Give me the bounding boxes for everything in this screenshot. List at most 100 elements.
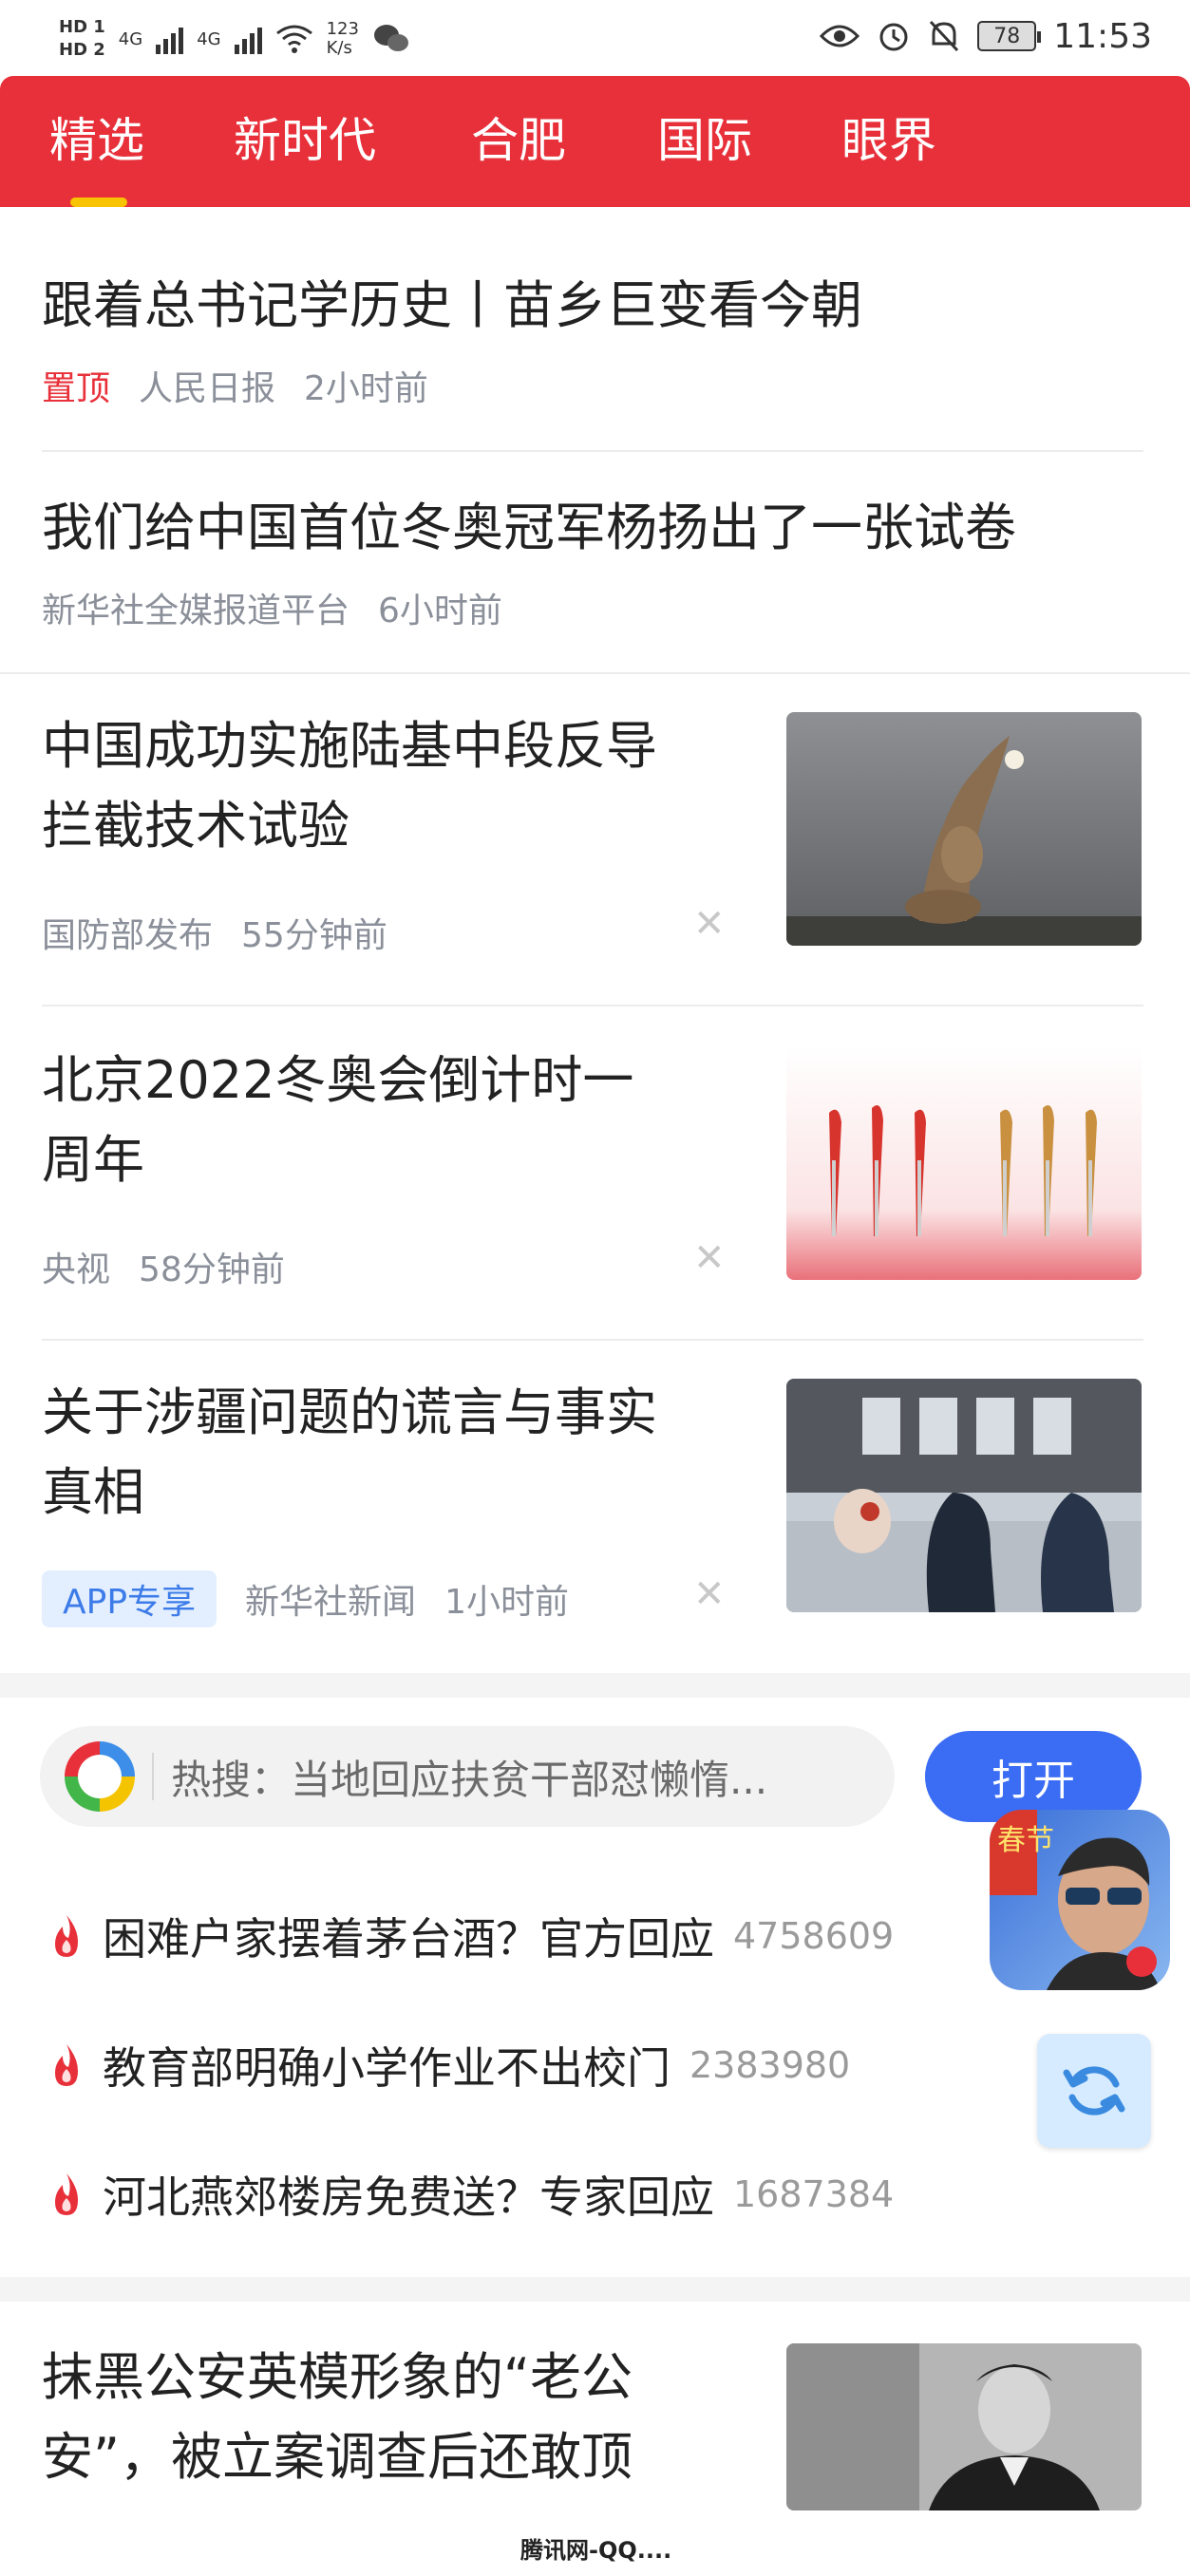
section-gap: [0, 1673, 1190, 1698]
clock: 11:53: [1053, 16, 1152, 56]
hot-title: 河北燕郊楼房免费送？专家回应: [103, 2172, 714, 2223]
news-meta: 置顶 人民日报 2小时前: [42, 361, 428, 410]
divider: [42, 1339, 1143, 1341]
tab-label: 合肥: [471, 113, 566, 168]
tab-yanjie[interactable]: 眼界: [841, 103, 936, 171]
news-title-line1: 北京2022冬奥会倒计时一: [42, 1050, 634, 1110]
net-speed-value: 123: [326, 19, 359, 39]
pinned-tag: 置顶: [42, 369, 111, 408]
net1-label: 4G: [118, 28, 143, 49]
hot-title: 困难户家摆着茅台酒？官方回应: [103, 1913, 714, 1965]
mute-bell-icon: [930, 20, 959, 52]
divider: [42, 1005, 1143, 1006]
hd2-label: HD 2: [59, 40, 105, 60]
tab-guoji[interactable]: 国际: [657, 103, 752, 171]
flame-icon: [55, 2173, 78, 2215]
pill-divider: [152, 1753, 154, 1800]
tencent-news-logo-icon: [65, 1741, 135, 1812]
news-time: 55分钟前: [241, 916, 387, 955]
tab-xinshidai[interactable]: 新时代: [234, 103, 376, 171]
status-left: HD 1 HD 2 4G 4G 123 K/s: [59, 6, 410, 72]
floating-game-ad-icon[interactable]: 春节: [990, 1810, 1170, 1990]
tab-jingxuan[interactable]: 精选: [49, 103, 144, 207]
divider: [42, 450, 1143, 452]
dismiss-icon[interactable]: ✕: [693, 902, 726, 946]
news-source: 国防部发布: [42, 916, 214, 955]
net-speed-unit: K/s: [326, 38, 352, 58]
news-title-line1: 中国成功实施陆基中段反导: [42, 716, 657, 776]
hot-list-item[interactable]: 教育部明确小学作业不出校门 2383980: [49, 2034, 850, 2097]
news-title: 我们给中国首位冬奥冠军杨扬出了一张试卷: [42, 498, 1016, 557]
news-source: 央视: [42, 1250, 111, 1289]
news-time: 2小时前: [304, 369, 428, 408]
hot-search-bar[interactable]: 热搜：当地回应扶贫干部怼懒惰...: [40, 1726, 895, 1827]
dismiss-icon[interactable]: ✕: [693, 1572, 726, 1616]
tab-label: 新时代: [234, 113, 376, 168]
tab-hefei[interactable]: 合肥: [471, 103, 566, 171]
alarm-icon: [879, 23, 908, 51]
news-item-with-image[interactable]: 关于涉疆问题的谎言与事实 真相 APP专享 新华社新闻 1小时前 ✕: [0, 1373, 1190, 1658]
news-time: 1小时前: [444, 1583, 569, 1622]
hd1-label: HD 1: [59, 17, 105, 37]
hot-list-item[interactable]: 困难户家摆着茅台酒？官方回应 4758609: [49, 1905, 894, 1967]
news-item-with-image[interactable]: 北京2022冬奥会倒计时一 周年 央视 58分钟前 ✕: [0, 1041, 1190, 1326]
battery-level: 78: [993, 24, 1021, 48]
wechat-icon: [373, 25, 408, 51]
news-item[interactable]: 我们给中国首位冬奥冠军杨扬出了一张试卷 新华社全媒报道平台 6小时前: [0, 488, 1190, 659]
missile-launch-photo: [786, 712, 1142, 946]
news-title: 跟着总书记学历史丨苗乡巨变看今朝: [42, 275, 862, 335]
flame-icon: [55, 2044, 78, 2086]
source-watermark: 腾讯网-QQ....: [520, 2537, 672, 2564]
news-source: 新华社全媒报道平台: [42, 592, 350, 630]
eye-icon: [820, 25, 860, 47]
news-time: 6小时前: [378, 592, 502, 630]
signal-icon: [156, 24, 184, 54]
police-officer-photo: [786, 2343, 1142, 2510]
news-title-line2: 拦截技术试验: [42, 796, 349, 856]
news-item-with-image[interactable]: 中国成功实施陆基中段反导 拦截技术试验 国防部发布 55分钟前 ✕: [0, 706, 1190, 991]
refresh-icon: [1063, 2066, 1125, 2115]
status-bar: HD 1 HD 2 4G 4G 123 K/s 78 11:53: [0, 0, 1190, 74]
channel-tab-bar: 精选 新时代 合肥 国际 眼界: [0, 76, 1190, 207]
tab-label: 眼界: [841, 113, 936, 168]
news-title-line1: 抹黑公安英模形象的“老公: [42, 2347, 633, 2407]
hot-count: 2383980: [689, 2044, 851, 2086]
news-source: 新华社新闻: [245, 1583, 417, 1622]
news-time: 58分钟前: [139, 1250, 285, 1289]
status-right: 78 11:53: [820, 0, 1152, 72]
news-title-line2: 真相: [42, 1462, 144, 1522]
news-item-pinned[interactable]: 跟着总书记学历史丨苗乡巨变看今朝 置顶 人民日报 2小时前: [0, 266, 1190, 442]
news-meta: APP专享 新华社新闻 1小时前: [42, 1570, 569, 1627]
news-meta: 新华社全媒报道平台 6小时前: [42, 583, 502, 632]
open-app-button[interactable]: 打开: [925, 1731, 1142, 1822]
game-label: 春节: [997, 1824, 1054, 1857]
dismiss-icon[interactable]: ✕: [693, 1236, 726, 1280]
flame-icon: [55, 1915, 78, 1957]
open-button-label: 打开: [992, 1757, 1075, 1805]
net2-label: 4G: [197, 28, 221, 49]
news-meta: 国防部发布 55分钟前: [42, 908, 387, 957]
battery-icon: 78: [977, 21, 1042, 51]
refresh-button[interactable]: [1037, 2034, 1151, 2148]
hot-count: 4758609: [733, 1915, 895, 1957]
tab-label: 精选: [49, 113, 144, 168]
hot-title: 教育部明确小学作业不出校门: [103, 2042, 671, 2094]
net-speed: 123 K/s: [327, 20, 359, 58]
news-title-line2: 安”，被立案调查后还敢顶: [42, 2427, 633, 2487]
hot-count: 1687384: [733, 2173, 895, 2215]
wifi-icon: [275, 25, 312, 53]
news-meta: 央视 58分钟前: [42, 1242, 285, 1291]
hd-indicator: HD 1 HD 2: [59, 16, 105, 62]
app-exclusive-badge: APP专享: [42, 1570, 217, 1627]
divider: [0, 672, 1190, 674]
signal-icon-2: [234, 24, 262, 54]
hot-search-placeholder: 热搜：当地回应扶贫干部怼懒惰...: [171, 1756, 768, 1803]
tab-label: 国际: [657, 113, 752, 168]
news-source: 人民日报: [139, 369, 276, 408]
olympic-torches-photo: [786, 1046, 1142, 1280]
street-shop-photo: [786, 1379, 1142, 1612]
news-item-with-image[interactable]: 抹黑公安英模形象的“老公 安”，被立案调查后还敢顶: [0, 2338, 1190, 2528]
hot-list-item[interactable]: 河北燕郊楼房免费送？专家回应 1687384: [49, 2163, 894, 2226]
news-title-line1: 关于涉疆问题的谎言与事实: [42, 1382, 657, 1442]
section-gap: [0, 2277, 1190, 2302]
